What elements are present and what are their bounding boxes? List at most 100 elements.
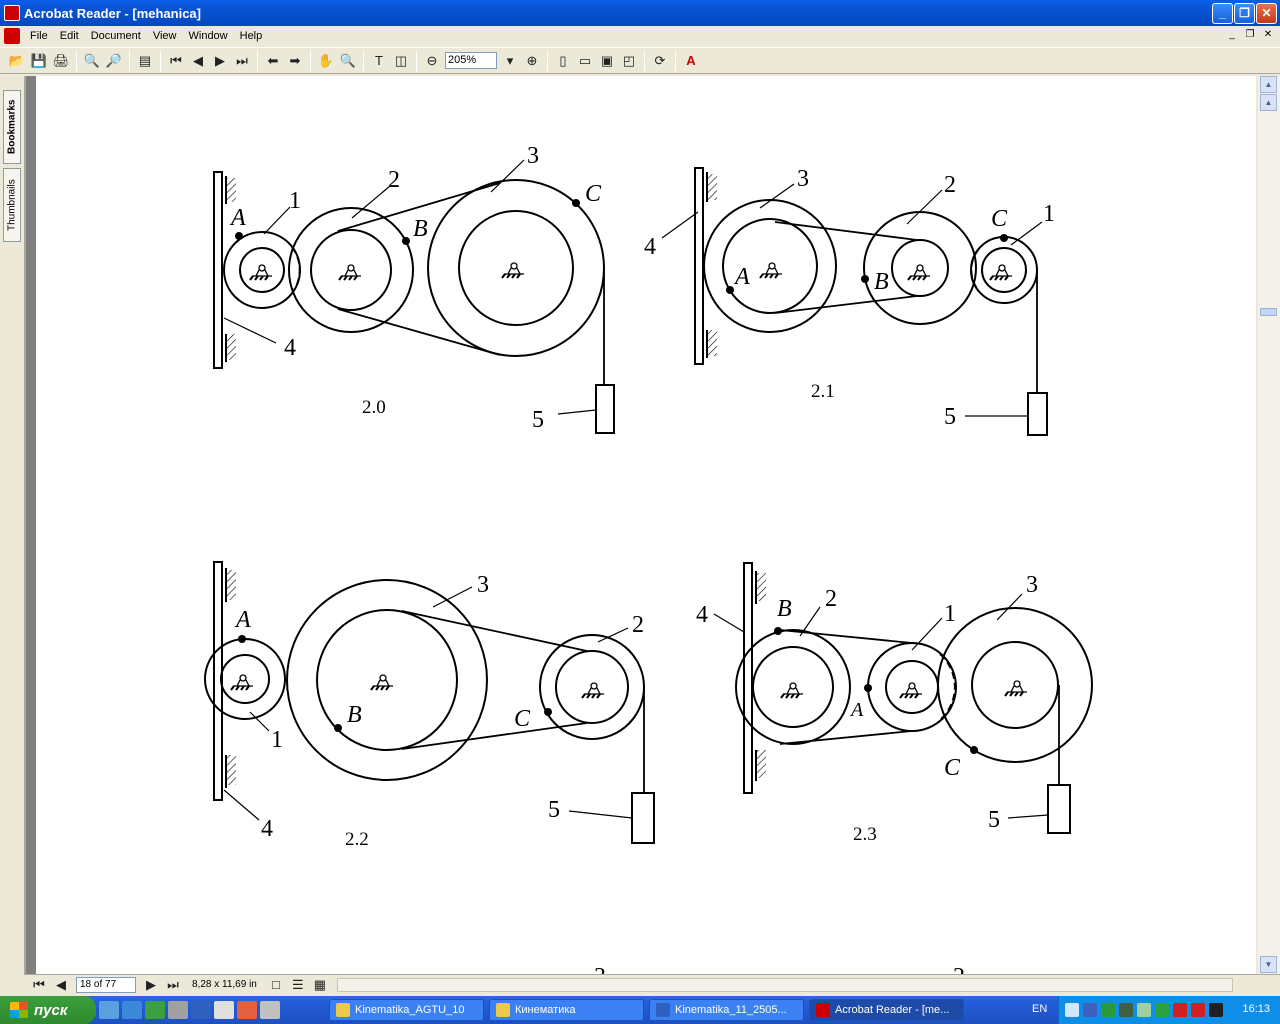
pdf-page: 1 2 3 4 5 A B C 2.0 1 2 3 4 5 A B C 2.1 …	[36, 76, 1256, 974]
menu-view[interactable]: View	[147, 30, 183, 42]
language-indicator[interactable]: EN	[1032, 1003, 1047, 1015]
next-page-icon[interactable]: ▶	[209, 51, 231, 71]
task-kinematika-doc[interactable]: Kinematika_11_2505...	[649, 999, 804, 1021]
acrobat-icon	[816, 1003, 830, 1017]
next-page-label: 3	[594, 964, 606, 974]
label-1: 1	[271, 727, 283, 753]
horizontal-scrollbar[interactable]	[336, 977, 1233, 992]
fit-page-icon[interactable]: ▭	[574, 51, 596, 71]
label-5: 5	[988, 807, 1000, 833]
antivirus-icon[interactable]	[1119, 1003, 1133, 1017]
task-label: Kinematika_11_2505...	[675, 1004, 787, 1016]
menu-document[interactable]: Document	[85, 30, 147, 42]
task-kinematika-folder[interactable]: Кинематика	[489, 999, 644, 1021]
title-bar: Acrobat Reader - [mehanica] _ ❐ ✕	[0, 0, 1280, 26]
close-button[interactable]: ✕	[1256, 3, 1277, 24]
scroll-down-icon[interactable]: ▼	[1260, 956, 1277, 973]
fit-width-icon[interactable]: ▣	[596, 51, 618, 71]
menu-bar: File Edit Document View Window Help _ ❐ …	[0, 26, 1280, 46]
doc-minimize-button[interactable]: _	[1224, 28, 1240, 42]
snapshot-icon[interactable]: ◫	[390, 51, 412, 71]
last-page-icon[interactable]: ⏭	[231, 51, 253, 71]
tray-app-icon[interactable]	[1083, 1003, 1097, 1017]
previous-page-icon[interactable]: ◀	[50, 975, 72, 995]
go-back-icon[interactable]: ⬅	[262, 51, 284, 71]
excel-icon[interactable]	[145, 1001, 165, 1019]
page-size-label: 8,28 x 11,69 in	[192, 979, 257, 990]
windows-logo-icon	[10, 1002, 28, 1018]
tab-thumbnails[interactable]: Thumbnails	[3, 168, 21, 242]
page-number-field[interactable]: 18 of 77	[76, 976, 136, 993]
acrobat-window: Acrobat Reader - [mehanica] _ ❐ ✕ File E…	[0, 0, 1280, 996]
single-page-icon[interactable]: □	[265, 975, 287, 995]
scroll-thumb[interactable]	[1260, 308, 1277, 316]
zoom-level-input[interactable]: 205%	[445, 52, 497, 69]
clock[interactable]: 16:13	[1242, 1003, 1270, 1015]
continuous-icon[interactable]: ☰	[287, 975, 309, 995]
vertical-scrollbar[interactable]: ▲ ▲ ▼	[1258, 76, 1280, 974]
rotate-view-icon[interactable]: ⟳	[649, 51, 671, 71]
task-acrobat-reader[interactable]: Acrobat Reader - [me...	[809, 999, 964, 1021]
scroll-up-icon[interactable]: ▲	[1260, 94, 1277, 111]
zoom-in-icon[interactable]: ⊕	[521, 51, 543, 71]
minimize-button[interactable]: _	[1212, 3, 1233, 24]
zoom-out-icon[interactable]: ⊖	[421, 51, 443, 71]
menu-file[interactable]: File	[24, 30, 54, 42]
previous-page-icon[interactable]: ◀	[187, 51, 209, 71]
open-icon[interactable]: 📂	[6, 51, 28, 71]
tray-app-icon[interactable]	[1101, 1003, 1115, 1017]
doc-close-button[interactable]: ✕	[1260, 28, 1276, 42]
last-page-icon[interactable]: ⏭	[162, 975, 184, 995]
show-desktop-icon[interactable]	[99, 1001, 119, 1019]
facing-pages-icon[interactable]: ▦	[309, 975, 331, 995]
scroll-up-top-icon[interactable]: ▲	[1260, 76, 1277, 93]
navigation-pane-icon[interactable]: ▤	[134, 51, 156, 71]
app-icon[interactable]	[260, 1001, 280, 1019]
menu-edit[interactable]: Edit	[54, 30, 85, 42]
figure-2-0	[213, 171, 615, 434]
volume-icon[interactable]	[1137, 1003, 1151, 1017]
caption-2-2: 2.2	[345, 829, 369, 850]
label-2: 2	[632, 612, 644, 638]
actual-size-icon[interactable]: ▯	[552, 51, 574, 71]
fit-visible-icon[interactable]: ◰	[618, 51, 640, 71]
doc-restore-button[interactable]: ❐	[1242, 28, 1258, 42]
label-4: 4	[696, 602, 708, 628]
save-icon[interactable]: 💾	[28, 51, 50, 71]
label-3: 3	[797, 166, 809, 192]
start-button[interactable]: пуск	[0, 996, 96, 1024]
next-page-icon[interactable]: ▶	[140, 975, 162, 995]
zoom-tool-icon[interactable]: 🔍	[337, 51, 359, 71]
point-b: B	[874, 269, 889, 295]
hand-tool-icon[interactable]: ✋	[315, 51, 337, 71]
app-icon[interactable]	[237, 1001, 257, 1019]
go-forward-icon[interactable]: ➡	[284, 51, 306, 71]
task-kinematika-agtu[interactable]: Kinematika_AGTU_10	[329, 999, 484, 1021]
text-select-icon[interactable]: T	[368, 51, 390, 71]
tray-app-icon[interactable]	[1209, 1003, 1223, 1017]
document-icon[interactable]	[4, 28, 20, 44]
media-player-icon[interactable]	[214, 1001, 234, 1019]
tray-app-icon[interactable]	[1155, 1003, 1169, 1017]
zoom-dropdown-icon[interactable]: ▾	[499, 51, 521, 71]
toolbar-separator	[547, 50, 548, 71]
first-page-icon[interactable]: ⏮	[165, 51, 187, 71]
print-icon[interactable]: 🖨	[50, 51, 72, 71]
word-icon[interactable]	[191, 1001, 211, 1019]
internet-explorer-icon[interactable]	[122, 1001, 142, 1019]
menu-help[interactable]: Help	[234, 30, 269, 42]
document-view[interactable]: 1 2 3 4 5 A B C 2.0 1 2 3 4 5 A B C 2.1 …	[24, 76, 1256, 974]
acrobat-tray-icon[interactable]	[1173, 1003, 1187, 1017]
tray-app-icon[interactable]	[1191, 1003, 1205, 1017]
search-icon[interactable]: 🔎	[103, 51, 125, 71]
status-bar: ⏮ ◀ 18 of 77 ▶ ⏭ 8,28 x 11,69 in □ ☰ ▦	[24, 974, 1280, 994]
tab-bookmarks[interactable]: Bookmarks	[3, 90, 21, 164]
maximize-button[interactable]: ❐	[1234, 3, 1255, 24]
app-icon[interactable]	[168, 1001, 188, 1019]
menu-window[interactable]: Window	[183, 30, 234, 42]
toolbar-separator	[160, 50, 161, 71]
adobe-logo-icon[interactable]: A	[680, 51, 702, 71]
first-page-icon[interactable]: ⏮	[28, 975, 50, 995]
network-icon[interactable]	[1065, 1003, 1079, 1017]
find-icon[interactable]: 🔍	[81, 51, 103, 71]
